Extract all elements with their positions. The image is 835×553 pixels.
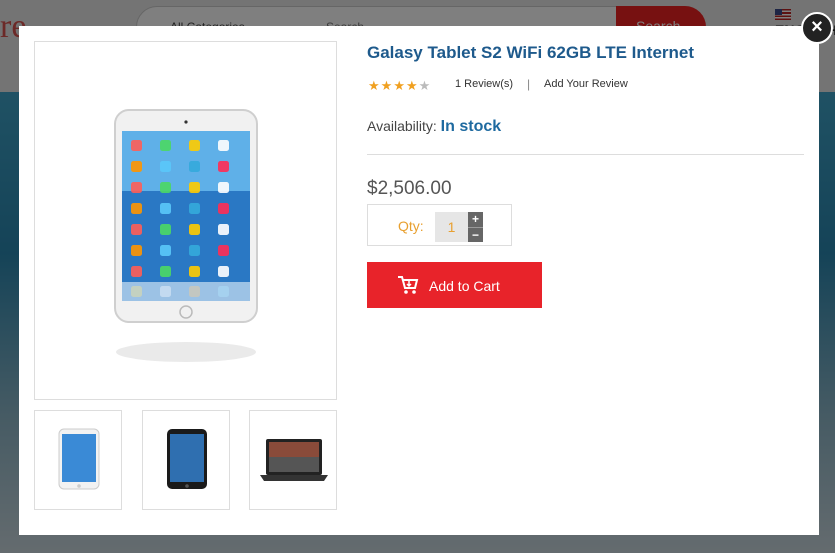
white-tablet-thumb-icon — [58, 428, 100, 490]
add-review-link[interactable]: Add Your Review — [544, 78, 628, 90]
availability-label: Availability: — [367, 118, 437, 134]
white-tablet-image — [35, 42, 336, 399]
thumbnail-black-tablet[interactable] — [142, 410, 230, 510]
close-modal-button[interactable]: × — [801, 12, 833, 44]
thumbnail-white-tablet[interactable] — [34, 410, 122, 510]
star-filled-icon: ★ — [380, 78, 394, 93]
star-filled-icon: ★ — [393, 78, 406, 93]
star-empty-icon: ★ — [418, 78, 432, 93]
availability-value: In stock — [440, 118, 502, 135]
black-tablet-thumb-icon — [167, 429, 207, 489]
quick-view-modal: Galasy Tablet S2 WiFi 62GB LTE Internet … — [19, 26, 819, 535]
add-to-cart-label: Add to Cart — [429, 278, 500, 294]
star-filled-icon: ★ — [368, 78, 381, 93]
qty-label: Qty: — [398, 218, 424, 234]
cart-icon — [398, 276, 419, 294]
quantity-stepper: Qty: + − — [367, 204, 512, 246]
divider — [367, 154, 804, 155]
main-product-image — [34, 41, 337, 400]
separator: | — [527, 77, 531, 91]
laptop-thumb-icon — [260, 439, 328, 481]
star-filled-icon: ★ — [405, 78, 419, 93]
product-title: Galasy Tablet S2 WiFi 62GB LTE Internet — [367, 43, 695, 62]
add-to-cart-button[interactable]: Add to Cart — [367, 262, 542, 308]
product-price: $2,506.00 — [367, 178, 452, 199]
availability: Availability: In stock — [367, 118, 501, 136]
reviews-count-link[interactable]: 1 Review(s) — [455, 78, 513, 90]
qty-decrease-button[interactable]: − — [468, 227, 483, 242]
qty-increase-button[interactable]: + — [468, 212, 483, 227]
qty-input[interactable] — [435, 212, 468, 242]
thumbnail-laptop[interactable] — [249, 410, 337, 510]
rating-stars: ★★★★★ — [368, 78, 431, 94]
